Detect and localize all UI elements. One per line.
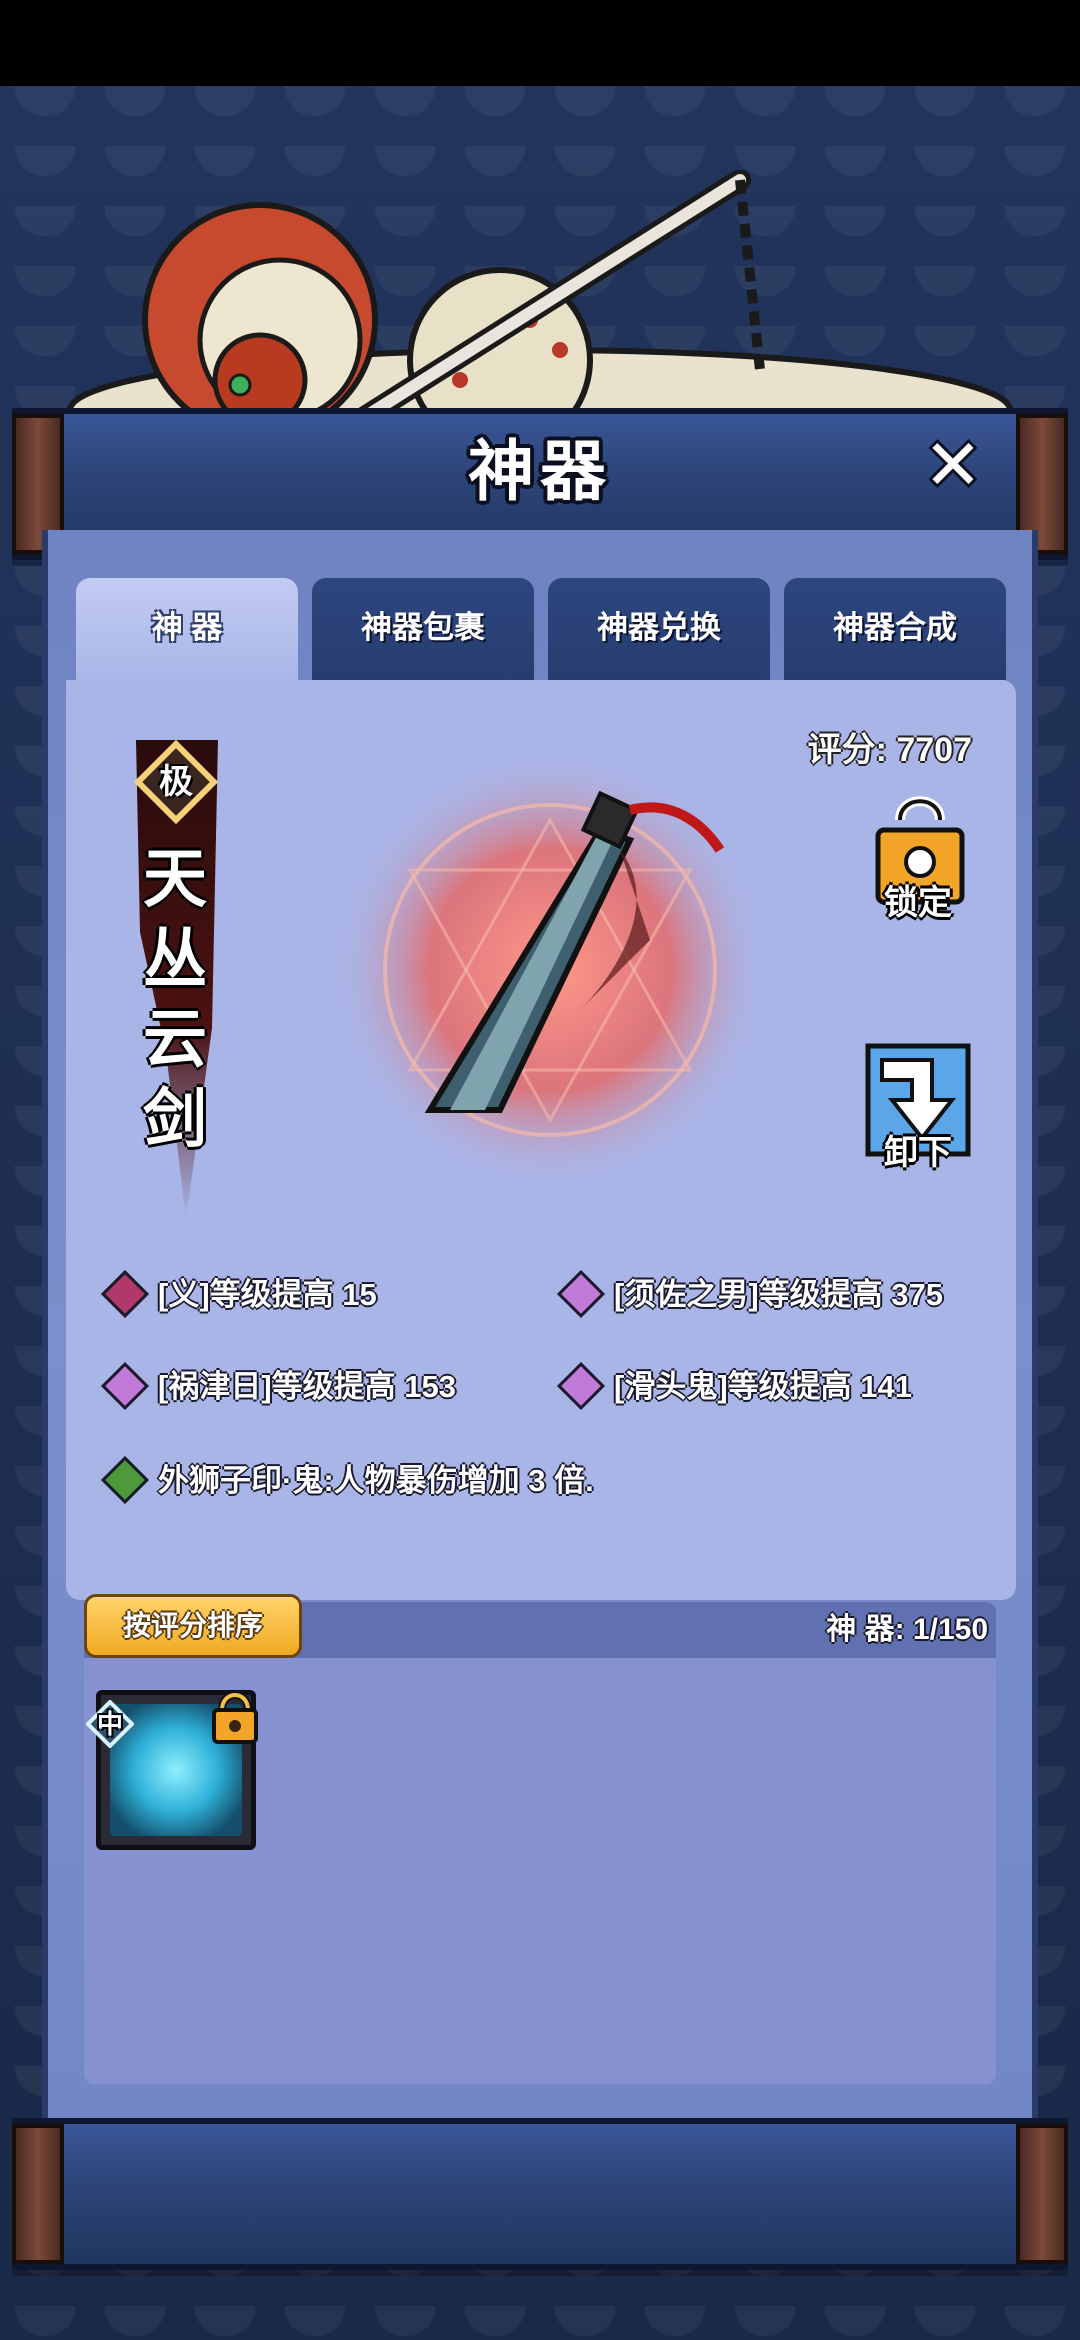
tab-artifact[interactable]: 神 器: [76, 578, 298, 680]
header-decoration: [67, 170, 1013, 430]
tab-artifact-synthesis[interactable]: 神器合成: [784, 578, 1006, 680]
artifact-name: 天丛云剑: [143, 842, 207, 1157]
sort-by-score-button[interactable]: 按评分排序: [84, 1594, 302, 1658]
tab-artifact-bag[interactable]: 神器包裹: [312, 578, 534, 680]
attribute-line: [须佐之男]等级提高 375: [556, 1269, 943, 1320]
grade-badge: 极: [159, 763, 193, 801]
slot-grade: 中: [96, 1709, 123, 1739]
unequip-button[interactable]: 卸下: [862, 1040, 974, 1190]
attribute-line: [义]等级提高 15: [100, 1269, 377, 1320]
gem-icon: [100, 1455, 150, 1504]
close-button[interactable]: ✕: [918, 430, 988, 500]
gem-icon: [100, 1269, 150, 1318]
score-label: 评分:: [807, 731, 887, 769]
attribute-line: 外狮子印·鬼:人物暴伤增加 3 倍.: [100, 1455, 594, 1506]
lock-button[interactable]: 锁定: [862, 790, 974, 940]
status-bar: [0, 0, 1080, 86]
attribute-line: [祸津日]等级提高 153: [100, 1361, 456, 1412]
attribute-line: [滑头鬼]等级提高 141: [556, 1361, 912, 1412]
gem-icon: [100, 1361, 150, 1410]
tab-artifact-exchange[interactable]: 神器兑换: [548, 578, 770, 680]
inventory-count: 神 器: 1/150: [826, 1613, 988, 1646]
score-value: 7707: [896, 731, 972, 769]
gem-icon: [556, 1361, 606, 1410]
lock-icon: [212, 1691, 258, 1744]
bottom-scroll-rod: [12, 2118, 1068, 2270]
gem-icon: [556, 1269, 606, 1318]
sword-icon: [330, 750, 770, 1190]
